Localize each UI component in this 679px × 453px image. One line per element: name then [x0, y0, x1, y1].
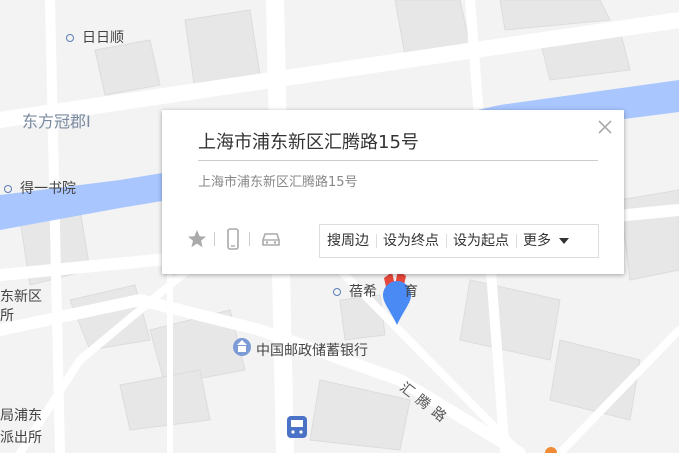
chevron-down-icon — [559, 238, 569, 244]
popup-action-bar: 搜周边 设为终点 设为起点 更多 — [319, 224, 599, 258]
poi-dot-icon — [333, 288, 341, 296]
district-left-label: 东新区 — [0, 289, 42, 305]
popup-address: 上海市浦东新区汇腾路15号 — [198, 175, 358, 190]
phone-icon[interactable] — [222, 228, 244, 250]
poi-ririshun[interactable]: 日日顺 — [66, 27, 124, 47]
poi-peixi[interactable]: 蓓希 — [333, 281, 377, 301]
police-station-label-1[interactable]: 局浦东 — [0, 405, 42, 425]
poi-dot-icon — [66, 34, 74, 42]
icon-separator — [214, 232, 215, 246]
district-dongfang: 东方冠郡I — [22, 112, 91, 131]
more-label: 更多 — [523, 233, 551, 249]
district-left-label-2: 所 — [0, 308, 14, 324]
poi-bank[interactable]: 中国邮政储蓄银行 — [256, 340, 368, 360]
poi-peixi-tail: 育 — [404, 284, 418, 300]
bank-icon — [233, 338, 251, 356]
set-destination-button[interactable]: 设为终点 — [376, 225, 446, 257]
icon-separator — [249, 232, 250, 246]
poi-dot-icon — [4, 185, 12, 193]
star-icon[interactable] — [186, 228, 208, 250]
car-icon[interactable] — [260, 228, 282, 250]
popup-title: 上海市浦东新区汇腾路15号 — [198, 132, 419, 153]
location-info-popup: 上海市浦东新区汇腾路15号 上海市浦东新区汇腾路15号 搜周边 设为终点 设为起… — [162, 110, 624, 274]
more-dropdown-button[interactable]: 更多 — [516, 225, 576, 257]
popup-divider — [198, 160, 598, 161]
set-origin-button[interactable]: 设为起点 — [446, 225, 516, 257]
poi-bookstore[interactable]: 得一书院 — [4, 178, 76, 198]
close-icon[interactable] — [596, 118, 614, 136]
search-nearby-button[interactable]: 搜周边 — [320, 225, 376, 257]
police-station-label-2[interactable]: 派出所 — [0, 427, 42, 447]
bus-stop-icon — [287, 416, 307, 438]
